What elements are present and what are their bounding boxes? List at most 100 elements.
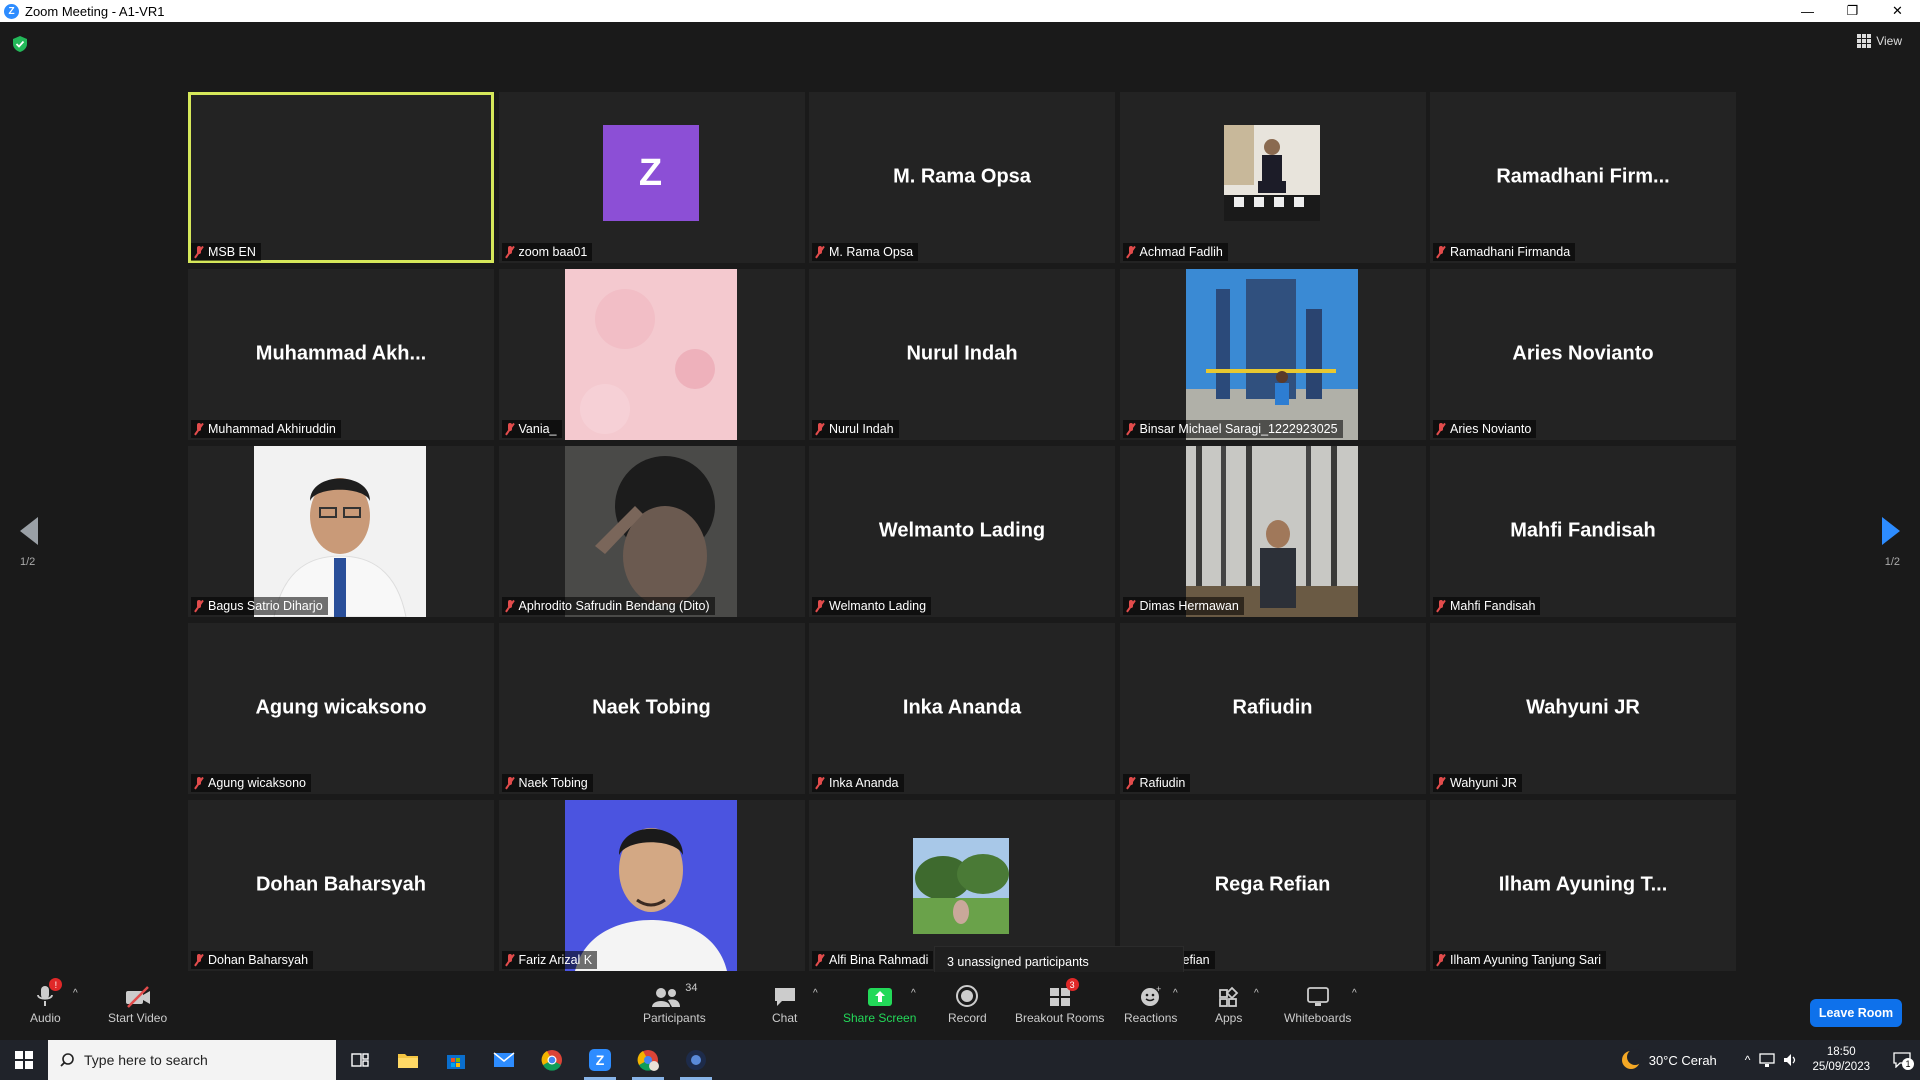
windows-logo-icon <box>15 1051 33 1069</box>
start-video-button[interactable]: Start Video <box>108 982 167 1025</box>
video-tile[interactable]: Rafiudin Rafiudin <box>1119 623 1426 794</box>
whiteboards-options-chevron-icon[interactable]: ^ <box>1352 988 1357 999</box>
share-options-chevron-icon[interactable]: ^ <box>911 988 916 999</box>
video-tile[interactable]: Aphrodito Safrudin Bendang (Dito) <box>498 446 805 617</box>
meeting-area: View 1/2 1/2 MSB EN Z zoom baa01 M. Rama… <box>0 22 1920 984</box>
video-tile[interactable]: Vania_ <box>498 269 805 440</box>
video-tile[interactable]: Binsar Michael Saragi_1222923025 <box>1119 269 1426 440</box>
task-view-button[interactable] <box>336 1040 384 1080</box>
taskbar-chrome-profile[interactable] <box>624 1040 672 1080</box>
chat-icon <box>774 988 795 1006</box>
share-screen-button[interactable]: Share Screen <box>843 982 916 1025</box>
record-button[interactable]: Record <box>948 982 987 1025</box>
participant-name-label: Mahfi Fandisah <box>1433 597 1541 615</box>
participant-display-name: Welmanto Lading <box>878 518 1046 541</box>
weather-text[interactable]: 30°C Cerah <box>1649 1053 1717 1068</box>
participant-name-label: Bagus Satrio Diharjo <box>191 597 328 615</box>
participant-name-label: Rafiudin <box>1122 774 1191 792</box>
record-icon <box>956 985 979 1007</box>
notification-count: 1 <box>1902 1058 1914 1070</box>
participant-display-name: Rega Refian <box>1214 872 1331 895</box>
previous-page-arrow-icon[interactable] <box>20 517 38 545</box>
video-tile[interactable]: Aries Novianto Aries Novianto <box>1430 269 1736 440</box>
tray-overflow-chevron-icon[interactable]: ^ <box>1745 1053 1751 1067</box>
view-button[interactable]: View <box>1857 34 1902 48</box>
mic-muted-icon <box>1126 600 1136 612</box>
search-icon <box>60 1053 74 1067</box>
video-tile[interactable]: Welmanto Lading Welmanto Lading <box>809 446 1115 617</box>
mail-icon <box>493 1052 515 1067</box>
audio-options-chevron-icon[interactable]: ^ <box>73 988 78 999</box>
taskbar-mail[interactable] <box>480 1040 528 1080</box>
video-tile[interactable]: M. Rama Opsa M. Rama Opsa <box>809 92 1115 263</box>
video-tile[interactable]: Inka Ananda Inka Ananda <box>809 623 1115 794</box>
chat-options-chevron-icon[interactable]: ^ <box>813 988 818 999</box>
chat-label: Chat <box>772 1011 798 1025</box>
taskbar-clock[interactable]: 18:50 25/09/2023 <box>1812 1045 1870 1075</box>
video-tile[interactable]: Wahyuni JR Wahyuni JR <box>1430 623 1736 794</box>
apps-icon <box>1218 986 1238 1007</box>
participant-display-name: Wahyuni JR <box>1526 695 1640 718</box>
mic-muted-icon <box>1436 246 1446 258</box>
close-button[interactable]: ✕ <box>1875 0 1920 22</box>
minimize-button[interactable]: — <box>1785 0 1830 22</box>
breakout-rooms-label: Breakout Rooms <box>1015 1011 1105 1025</box>
video-tile[interactable]: Mahfi Fandisah Mahfi Fandisah <box>1430 446 1736 617</box>
mic-muted-icon <box>505 954 515 966</box>
apps-options-chevron-icon[interactable]: ^ <box>1254 988 1259 999</box>
participant-display-name: M. Rama Opsa <box>893 164 1031 187</box>
reactions-button[interactable]: + Reactions <box>1124 982 1177 1025</box>
video-tile[interactable]: Z zoom baa01 <box>498 92 805 263</box>
participant-name-label: Aphrodito Safrudin Bendang (Dito) <box>501 597 715 615</box>
video-tile[interactable]: Bagus Satrio Diharjo <box>188 446 494 617</box>
audio-warning-badge: ! <box>49 978 63 991</box>
network-icon[interactable] <box>1758 1052 1776 1068</box>
security-shield-icon[interactable] <box>13 36 27 52</box>
windows-start-button[interactable] <box>0 1040 48 1080</box>
video-tile[interactable]: Nurul Indah Nurul Indah <box>809 269 1115 440</box>
share-screen-icon <box>867 988 892 1006</box>
notification-center-button[interactable]: 1 <box>1884 1052 1920 1070</box>
video-tile[interactable]: Achmad Fadlih <box>1119 92 1426 263</box>
apps-button[interactable]: Apps <box>1215 982 1242 1025</box>
apps-label: Apps <box>1215 1011 1243 1025</box>
taskbar-zoom[interactable]: Z <box>576 1040 624 1080</box>
video-tile[interactable]: Dimas Hermawan <box>1119 446 1426 617</box>
taskbar-file-explorer[interactable] <box>384 1040 432 1080</box>
mic-muted-icon <box>505 600 515 612</box>
video-tile[interactable]: Naek Tobing Naek Tobing <box>498 623 805 794</box>
taskbar-chrome[interactable] <box>528 1040 576 1080</box>
video-tile[interactable]: Muhammad Akh... Muhammad Akhiruddin <box>188 269 494 440</box>
mic-muted-icon <box>815 600 825 612</box>
whiteboard-icon <box>1306 987 1329 1006</box>
video-tile[interactable]: Dohan Baharsyah Dohan Baharsyah <box>188 800 494 971</box>
leave-room-button[interactable]: Leave Room <box>1810 999 1902 1027</box>
taskbar-search-input[interactable]: Type here to search <box>48 1040 336 1080</box>
grid-view-icon <box>1857 34 1872 48</box>
breakout-rooms-button[interactable]: 3 Breakout Rooms <box>1015 978 1105 1025</box>
participant-display-name: Ilham Ayuning T... <box>1498 872 1668 895</box>
chat-button[interactable]: Chat <box>772 982 797 1025</box>
volume-icon[interactable] <box>1782 1052 1800 1068</box>
record-label: Record <box>948 1011 987 1025</box>
participant-name-label: Alfi Bina Rahmadi <box>812 951 934 969</box>
maximize-button[interactable]: ❐ <box>1830 0 1875 22</box>
mic-muted-icon <box>194 246 204 258</box>
taskbar-microsoft-store[interactable] <box>432 1040 480 1080</box>
participants-button[interactable]: 34 Participants <box>643 982 706 1025</box>
video-tile[interactable]: Fariz Arizal K <box>498 800 805 971</box>
participants-label: Participants <box>643 1011 706 1025</box>
taskbar-camera-app[interactable] <box>672 1040 720 1080</box>
video-tile[interactable]: MSB EN <box>188 92 494 263</box>
mic-muted-icon <box>505 423 515 435</box>
video-tile[interactable]: Ramadhani Firm... Ramadhani Firmanda <box>1430 92 1736 263</box>
video-tile[interactable]: Agung wicaksono Agung wicaksono <box>188 623 494 794</box>
reactions-options-chevron-icon[interactable]: ^ <box>1173 988 1178 999</box>
video-off-icon <box>125 986 150 1008</box>
video-tile[interactable]: Ilham Ayuning T... Ilham Ayuning Tanjung… <box>1430 800 1736 971</box>
participant-name-label: Achmad Fadlih <box>1122 243 1228 261</box>
whiteboards-button[interactable]: Whiteboards <box>1284 982 1351 1025</box>
profile-photo <box>913 838 1009 934</box>
audio-button[interactable]: ! Audio <box>30 978 63 1025</box>
next-page-arrow-icon[interactable] <box>1882 517 1900 545</box>
